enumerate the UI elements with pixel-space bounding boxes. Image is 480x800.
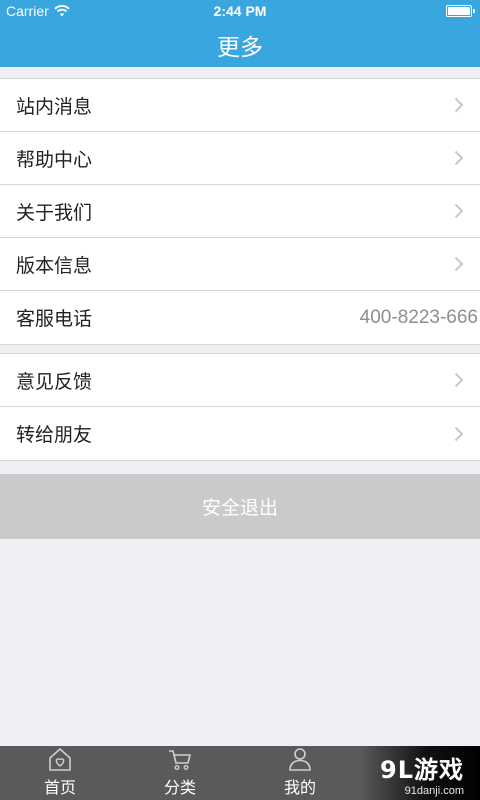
menu-item-label: 关于我们 (16, 201, 93, 224)
watermark-domain: 91danji.com (404, 784, 464, 797)
menu-item-about-us[interactable]: 关于我们 (0, 185, 480, 238)
tab-label: 首页 (43, 778, 76, 797)
logout-button[interactable]: 安全退出 (0, 474, 480, 539)
chevron-right-icon (454, 97, 464, 113)
tab-category[interactable]: 分类 (120, 746, 240, 800)
menu-item-help-center[interactable]: 帮助中心 (0, 132, 480, 185)
menu-item-label: 版本信息 (16, 254, 93, 277)
tab-home[interactable]: 首页 (0, 746, 120, 800)
customer-service-phone: 400-8223-666 (359, 306, 478, 328)
chevron-right-icon (454, 426, 464, 441)
user-icon (289, 748, 311, 771)
tab-label: 分类 (163, 778, 196, 797)
settings-group-2: 意见反馈 转给朋友 (0, 353, 480, 461)
menu-item-share[interactable]: 转给朋友 (0, 407, 480, 460)
tab-mine[interactable]: 我的 (240, 746, 360, 800)
logout-label: 安全退出 (201, 497, 278, 519)
menu-item-customer-service[interactable]: 客服电话 400-8223-666 (0, 291, 480, 344)
tab-label: 我的 (283, 778, 316, 797)
menu-item-label: 站内消息 (16, 95, 93, 118)
chevron-right-icon (454, 372, 464, 388)
nav-bar: 更多 (0, 22, 480, 67)
home-icon (49, 748, 71, 771)
settings-group-1: 站内消息 帮助中心 关于我们 版本信息 客服电话 400-8223-666 (0, 78, 480, 345)
menu-item-feedback[interactable]: 意见反馈 (0, 354, 480, 407)
page-title: 更多 (217, 34, 263, 61)
status-bar: Carrier 2:44 PM (0, 0, 480, 22)
chevron-right-icon (454, 256, 464, 272)
status-time: 2:44 PM (213, 3, 267, 19)
menu-item-messages[interactable]: 站内消息 (0, 79, 480, 132)
menu-item-label: 转给朋友 (16, 424, 93, 446)
chevron-right-icon (454, 203, 464, 219)
cart-icon (169, 750, 191, 771)
tab-bar: 首页 分类 我的 9L游戏 91danji.com (0, 746, 480, 800)
menu-item-version-info[interactable]: 版本信息 (0, 238, 480, 291)
battery-icon (446, 5, 475, 17)
menu-item-label: 帮助中心 (16, 148, 93, 171)
watermark-brand: 9L游戏 (380, 755, 464, 784)
chevron-right-icon (454, 150, 464, 166)
menu-item-label: 意见反馈 (16, 370, 93, 393)
watermark-logo: 9L游戏 91danji.com (360, 746, 480, 800)
